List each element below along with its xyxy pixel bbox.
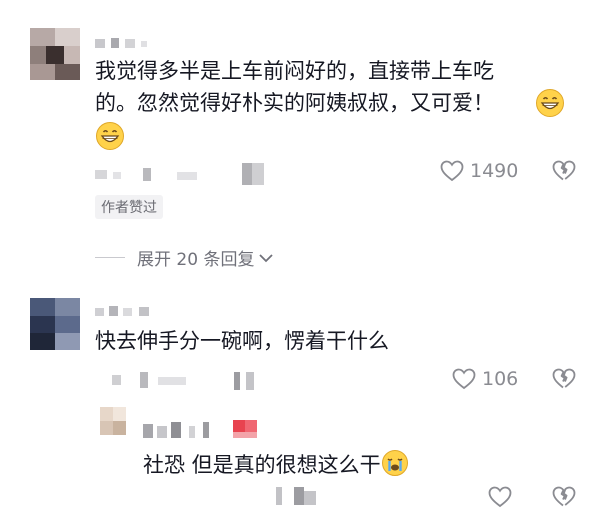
username[interactable] [143, 420, 283, 442]
crying-emoji [381, 449, 409, 477]
like-button[interactable]: 106 [452, 368, 518, 390]
author-liked-badge: 作者赞过 [95, 195, 163, 219]
comment-text-line1: 我觉得多半是上车前闷好的，直接带上车吃 [95, 59, 494, 83]
like-count: 1490 [470, 160, 519, 182]
username[interactable] [95, 303, 175, 319]
heart-outline-icon [452, 368, 476, 390]
like-count: 106 [482, 368, 519, 390]
reply-text: 社恐 但是真的很想这么干 [143, 449, 409, 481]
comment-meta [112, 372, 272, 390]
avatar[interactable] [30, 28, 80, 80]
comment-text: 快去伸手分一碗啊，愣着干什么 [95, 329, 389, 353]
reply-link[interactable] [232, 163, 272, 185]
comment-text-line2: 的。忽然觉得好朴实的阿姨叔叔，又可爱！ [95, 91, 494, 115]
broken-heart-icon[interactable] [552, 160, 576, 182]
grinning-emoji [95, 121, 125, 151]
grinning-emoji [535, 88, 565, 118]
expand-replies-button[interactable]: 展开 20 条回复 [95, 245, 274, 270]
like-button[interactable]: 1490 [440, 160, 518, 182]
chevron-down-icon [258, 252, 274, 264]
username[interactable] [95, 35, 165, 51]
heart-outline-icon [440, 160, 464, 182]
broken-heart-icon[interactable] [552, 368, 576, 390]
avatar[interactable] [30, 298, 80, 350]
heart-outline-icon[interactable] [488, 486, 512, 508]
comment-text: 我觉得多半是上车前闷好的，直接带上车吃 的。忽然觉得好朴实的阿姨叔叔，又可爱！ [95, 55, 565, 119]
comment-meta [276, 487, 326, 507]
reply-text-content: 社恐 但是真的很想这么干 [143, 453, 381, 477]
expand-replies-label: 展开 20 条回复 [137, 250, 255, 270]
divider [95, 257, 125, 258]
broken-heart-icon[interactable] [552, 486, 576, 508]
avatar[interactable] [100, 407, 126, 435]
